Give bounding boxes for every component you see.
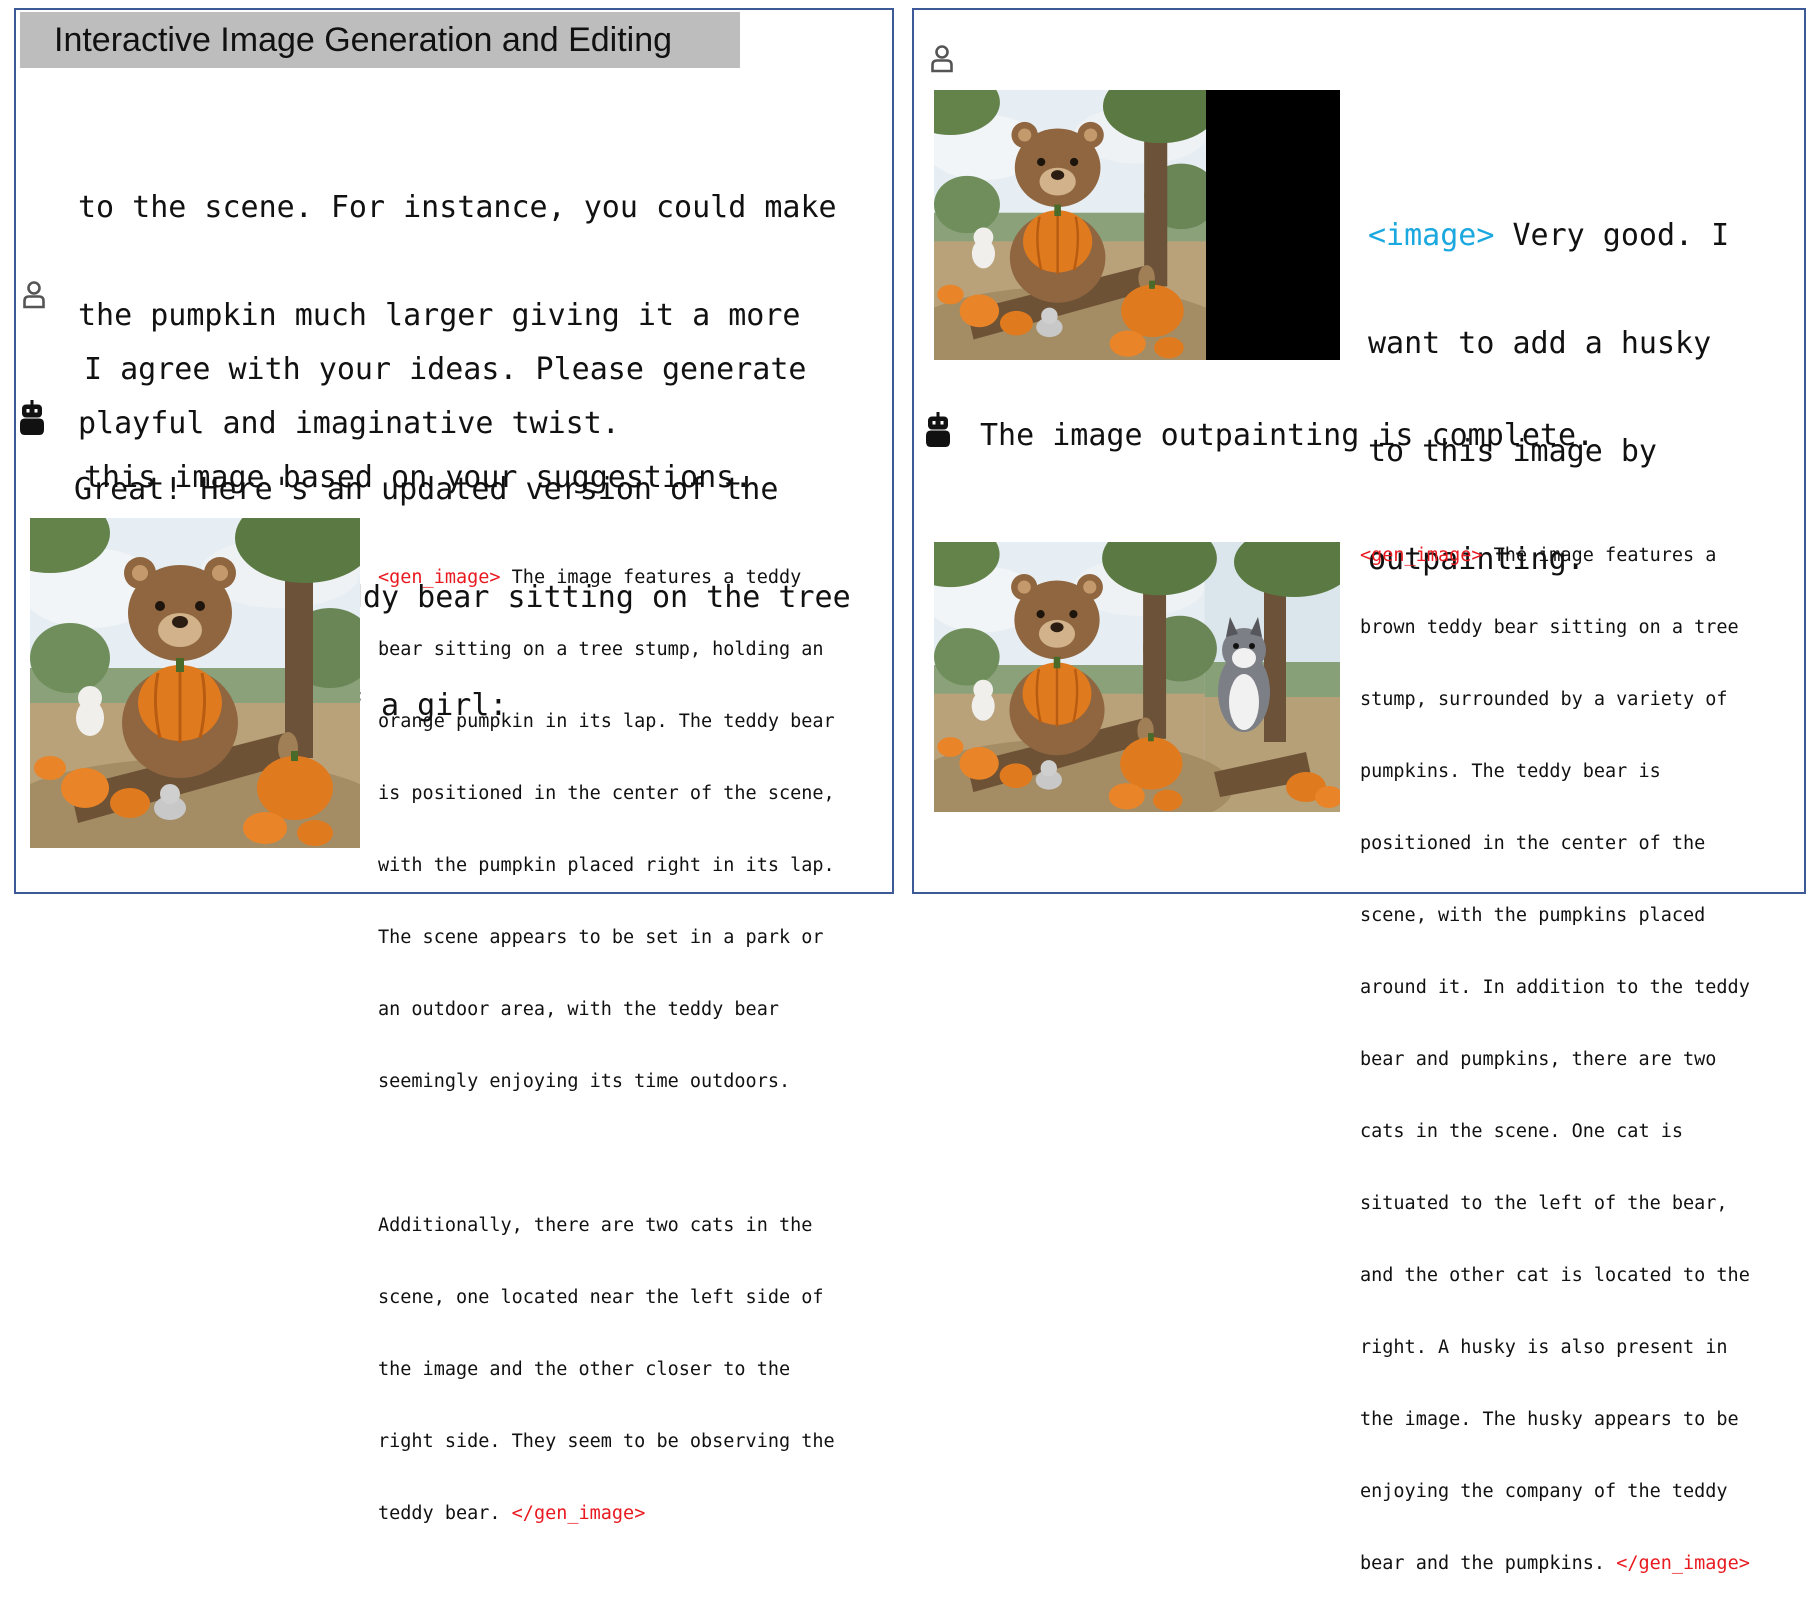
left-panel: Interactive Image Generation and Editing… [14,8,894,1524]
teddy-bear-image [30,518,360,848]
text-line: to the scene. For instance, you could ma… [78,190,837,225]
image-tag: <image> [1368,218,1495,253]
teddy-bear-image [934,90,1206,360]
text-line: enjoying the company of the teddy [1360,1481,1728,1502]
image-caption: <gen_image> The image features a brown t… [1360,496,1750,1624]
gen-image-open-tag: <gen_image> [378,567,501,588]
text-line: The scene appears to be set in a park or [378,927,824,948]
input-image-with-black-pad [934,90,1340,360]
text-line: the image and the other closer to the [378,1359,791,1380]
figure-title: Interactive Image Generation and Editing [20,12,740,68]
text-line: right. A husky is also present in [1360,1337,1728,1358]
text-line: bear sitting on a tree stump, holding an [378,639,824,660]
text-line: teddy bear. [378,1503,501,1524]
user-icon [931,45,953,73]
right-panel: <image> Very good. I want to add a husky… [912,8,1806,1574]
text-line: Very good. I [1512,218,1730,253]
text-line: stump, surrounded by a variety of [1360,689,1728,710]
assistant-message: The image outpainting is complete. [980,418,1595,453]
text-line: an outdoor area, with the teddy bear [378,999,779,1020]
husky-scene-image [934,542,1340,812]
user-icon [23,281,45,309]
text-line: The image features a teddy [511,567,802,588]
text-line: seemingly enjoying its time outdoors. [378,1071,791,1092]
text-line: situated to the left of the bear, [1360,1193,1728,1214]
text-line: right side. They seem to be observing th… [378,1431,835,1452]
text-line: brown teddy bear sitting on a tree [1360,617,1739,638]
assistant-icon [20,400,44,435]
text-line: with the pumpkin placed right in its lap… [378,855,835,876]
text-line: orange pumpkin in its lap. The teddy bea… [378,711,835,732]
image-caption: <gen_image> The image features a teddy b… [378,518,835,1574]
text-line [378,1142,835,1166]
text-line: is positioned in the center of the scene… [378,783,835,804]
gen-image-close-tag: </gen_image> [511,1503,646,1524]
text-line: around it. In addition to the teddy [1360,977,1750,998]
text-line: pumpkins. The teddy bear is [1360,761,1661,782]
text-line: cats in the scene. One cat is [1360,1121,1684,1142]
text-line: scene, one located near the left side of [378,1287,824,1308]
text-line: and the other cat is located to the [1360,1265,1750,1286]
text-line: Great! Here's an updated version of the [74,472,779,507]
outpainted-image [934,542,1340,812]
gen-image-open-tag: <gen_image> [1360,545,1483,566]
text-line: want to add a husky [1368,326,1712,361]
text-line: the image. The husky appears to be [1360,1409,1739,1430]
assistant-icon [926,412,950,447]
text-line: Additionally, there are two cats in the [378,1215,813,1236]
text-line: bear and pumpkins, there are two [1360,1049,1717,1070]
gen-image-close-tag: </gen_image> [1616,1553,1750,1574]
text-line: bear and the pumpkins. [1360,1553,1606,1574]
text-line: I agree with your ideas. Please generate [84,352,807,387]
text-line: scene, with the pumpkins placed [1360,905,1706,926]
text-line: positioned in the center of the [1360,833,1706,854]
text-line: The image features a [1493,545,1717,566]
